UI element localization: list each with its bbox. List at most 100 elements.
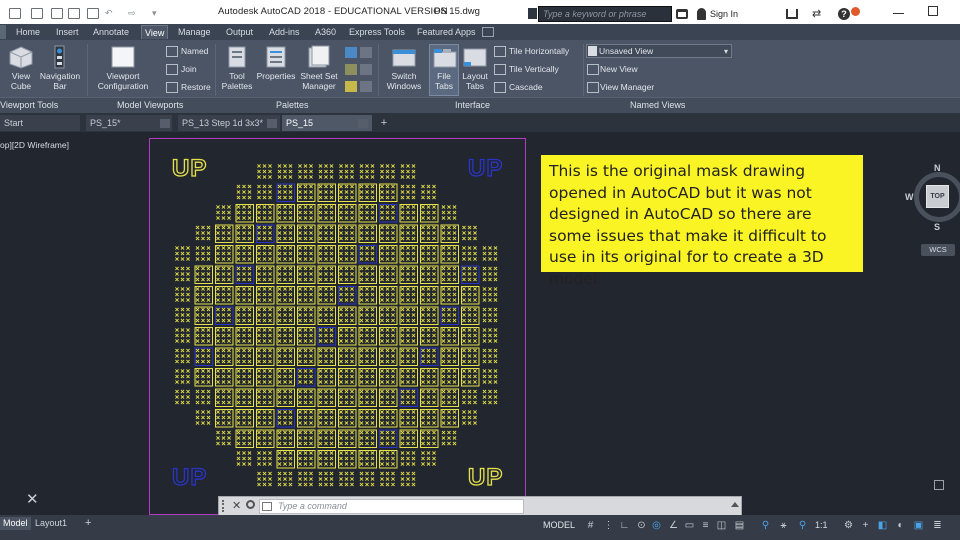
mask-cell [338,368,357,387]
grid-icon[interactable]: # [585,520,596,531]
mask-cell [358,286,377,305]
compass-south[interactable]: S [934,222,940,232]
mask-cell [256,409,275,428]
mask-cell [175,389,190,405]
mask-cell [276,286,295,305]
mask-cell [420,368,439,387]
mask-cell [338,265,357,284]
mask-cell [380,471,395,487]
compass-west[interactable]: W [905,192,914,202]
layout-tab-layout1[interactable]: Layout1 [32,517,70,530]
mask-cell [317,183,336,202]
mask-cell [318,471,334,487]
mask-cell [421,451,436,466]
mask-cell [400,184,416,200]
mask-cell [297,429,316,448]
mask-cell [358,409,377,428]
mask-cell [318,164,334,179]
up-label-top-left: UP [171,154,208,182]
workspace-switching-icon[interactable]: ⚙ [843,520,854,531]
layout-tab-model[interactable]: Model [0,517,31,530]
mask-cell [400,164,416,179]
add-layout-icon[interactable]: + [82,517,94,530]
mask-cell [256,327,275,346]
mask-cell [317,388,336,407]
mask-cell [276,306,295,325]
mask-cell [297,306,316,325]
mask-cell [399,265,418,284]
mask-cell [440,409,459,428]
mask-cell [399,306,418,325]
compass-north[interactable]: N [934,163,941,173]
mask-cell [276,347,295,366]
mask-cell [482,348,498,364]
mask-cell [175,328,190,343]
scale-selector[interactable]: 1:1 [815,520,828,530]
mask-cell [297,245,316,264]
mask-cell [256,306,275,325]
mask-cell [462,246,477,261]
object-snap-icon[interactable]: ▭ [684,520,695,531]
mask-cell [256,265,275,284]
mask-cell [399,409,418,428]
mask-cell [216,205,231,220]
mask-cell [236,184,252,200]
mask-cell [215,347,234,366]
mask-cell [338,183,357,202]
navigation-bar-toggle[interactable] [934,480,944,490]
snap-icon[interactable]: ⋮ [603,520,614,531]
annotation-scale-icon[interactable]: ⚲ [797,520,808,531]
mask-cell [195,389,211,405]
annotation-visibility-icon[interactable]: ⚲ [760,520,771,531]
drag-handle-icon[interactable] [222,500,228,512]
command-input[interactable]: Type a command [259,499,524,514]
mask-cell [399,327,418,346]
mask-cell [297,368,316,387]
mask-cell [297,347,316,366]
wcs-menu-button[interactable]: WCS [921,244,955,256]
customization-icon[interactable]: ≣ [932,520,943,531]
mask-cell [175,369,190,384]
hardware-acceleration-icon[interactable]: ◧ [877,520,888,531]
mask-cell [359,471,375,487]
auto-scale-icon[interactable]: ⚹ [778,520,789,531]
mask-cell [338,204,357,223]
lineweight-icon[interactable]: ≡ [700,520,711,531]
model-space-toggle[interactable]: MODEL [543,520,575,530]
mask-cell [420,265,439,284]
command-placeholder: Type a command [278,501,347,511]
mask-cell [440,347,459,366]
selection-cycling-icon[interactable]: ▤ [734,520,745,531]
isodraft-icon[interactable]: ◎ [651,520,662,531]
mask-cell [339,471,354,487]
transparency-icon[interactable]: ◫ [716,520,727,531]
ortho-icon[interactable]: ∟ [619,520,630,531]
mask-cell [420,429,439,448]
mask-cell [175,266,190,282]
plus-icon[interactable]: + [860,520,871,531]
chevron-up-icon[interactable] [731,502,739,507]
settings-icon[interactable] [246,500,255,509]
close-icon[interactable]: ✕ [232,499,241,512]
mask-cell [194,347,213,366]
mask-cell [276,409,295,428]
polar-tracking-icon[interactable]: ⊙ [636,520,647,531]
mask-cell [358,368,377,387]
object-snap-tracking-icon[interactable]: ∠ [668,520,679,531]
mask-cell [440,265,459,284]
mask-cell [440,286,459,305]
view-cube-face[interactable]: TOP [926,185,949,208]
mask-cell [358,204,377,223]
mask-cell [317,224,336,243]
mask-cell [277,471,293,487]
clean-screen-icon[interactable]: ▣ [913,520,924,531]
mask-cell [298,471,313,487]
mask-cell [297,409,316,428]
mask-cell [358,265,377,284]
mask-cell [257,451,272,466]
isolate-objects-icon[interactable]: ◐ [895,520,906,531]
mask-cell [298,164,313,179]
mask-cell [420,224,439,243]
mask-cell [317,204,336,223]
mask-cell [277,164,293,179]
